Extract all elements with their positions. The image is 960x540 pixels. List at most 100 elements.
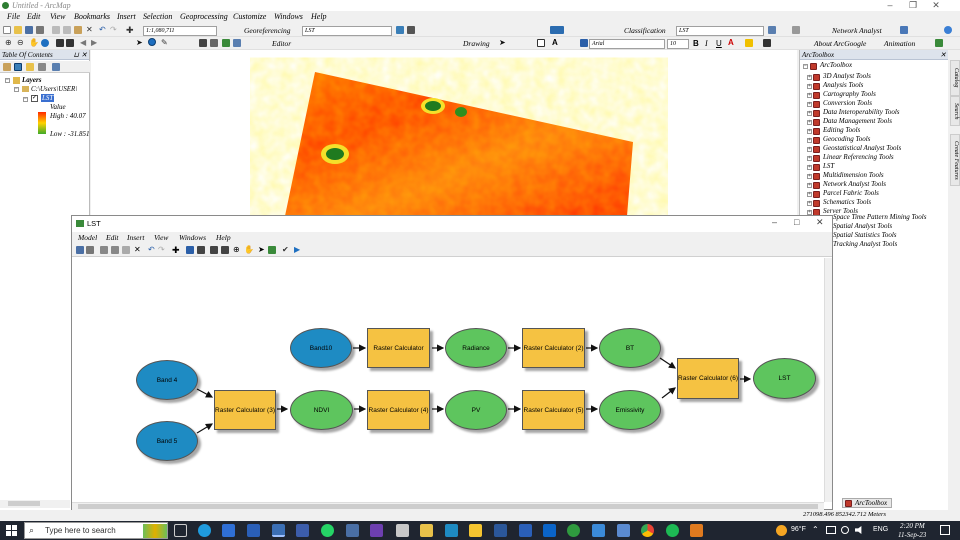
model-cut-icon[interactable] xyxy=(100,246,108,254)
toolbox-item-expander[interactable]: + xyxy=(807,111,812,116)
table-icon[interactable] xyxy=(768,26,776,34)
paste-icon[interactable] xyxy=(74,26,82,34)
toc-close-icon[interactable]: ✕ xyxy=(81,50,87,60)
open-icon[interactable] xyxy=(14,26,22,34)
menu-help[interactable]: Help xyxy=(311,12,327,21)
goto-xy-icon[interactable] xyxy=(210,39,218,47)
path-expander[interactable]: − xyxy=(14,87,19,92)
app-icon-6[interactable] xyxy=(567,524,580,537)
menu-windows[interactable]: Windows xyxy=(274,12,303,21)
model-menu-edit[interactable]: Edit xyxy=(106,233,119,242)
list-by-visibility-icon[interactable] xyxy=(26,63,34,71)
delete-icon[interactable]: ✕ xyxy=(86,26,94,34)
toolbox-item-expander[interactable]: + xyxy=(807,192,812,197)
catalog-tab[interactable]: Catalog xyxy=(950,60,960,96)
scale-combo[interactable]: 1:1,080,711 xyxy=(143,26,217,36)
lst-expander[interactable]: − xyxy=(23,97,28,102)
model-menu-help[interactable]: Help xyxy=(216,233,231,242)
list-by-drawing-order-icon[interactable] xyxy=(3,63,11,71)
model-paste-icon[interactable] xyxy=(122,246,130,254)
toolbox-item-expander[interactable]: + xyxy=(807,102,812,107)
zoom-out-icon[interactable]: ⊖ xyxy=(17,39,25,47)
search-tab[interactable]: Search xyxy=(950,96,960,126)
model-pan-icon[interactable]: ✋ xyxy=(244,246,254,254)
clock-date[interactable]: 11-Sep-23 xyxy=(898,531,926,539)
arcmap-task-icon[interactable] xyxy=(272,524,285,537)
app-icon-5[interactable] xyxy=(519,524,532,537)
language-indicator[interactable]: ENG xyxy=(873,526,888,533)
mail-icon[interactable] xyxy=(247,524,260,537)
forward-extent-icon[interactable]: ▶ xyxy=(91,39,99,47)
wifi-icon[interactable] xyxy=(841,526,849,534)
data-path[interactable]: C:\Users\USER\ xyxy=(31,85,89,93)
toolbox-item-expander[interactable]: + xyxy=(807,201,812,206)
network-icon[interactable] xyxy=(826,526,836,534)
node-raster-calculator-2[interactable]: Raster Calculator (2) xyxy=(522,328,585,368)
model-close-button[interactable]: ✕ xyxy=(816,217,824,228)
node-ndvi[interactable]: NDVI xyxy=(290,390,353,430)
model-select-icon[interactable]: ➤ xyxy=(258,246,266,254)
lst-layer-name[interactable]: LST xyxy=(41,94,55,102)
find-icon[interactable] xyxy=(199,39,207,47)
toolbox-item[interactable]: Parcel Fabric Tools xyxy=(823,189,879,197)
layers-label[interactable]: Layers xyxy=(22,76,41,84)
model-zoom-icon[interactable]: ⊕ xyxy=(233,246,241,254)
model-fixed-zoom-icon[interactable] xyxy=(210,246,218,254)
model-menu-view[interactable]: View xyxy=(154,233,168,242)
app-icon-3[interactable] xyxy=(396,524,409,537)
list-by-source-icon[interactable] xyxy=(14,63,22,71)
back-extent-icon[interactable]: ◀ xyxy=(80,39,88,47)
node-raster-calculator-6[interactable]: Raster Calculator (6) xyxy=(677,358,739,399)
node-pv[interactable]: PV xyxy=(445,390,507,430)
weather-icon[interactable] xyxy=(776,525,787,536)
node-lst[interactable]: LST xyxy=(753,358,816,399)
toolbox-item-expander[interactable]: + xyxy=(807,84,812,89)
measure-icon[interactable]: ✎ xyxy=(161,39,169,47)
node-radiance[interactable]: Radiance xyxy=(445,328,507,368)
zoom-in-icon[interactable]: ⊕ xyxy=(5,39,13,47)
app-icon-9[interactable] xyxy=(690,524,703,537)
toolbox-item[interactable]: Linear Referencing Tools xyxy=(823,153,894,161)
node-raster-calculator-3[interactable]: Raster Calculator (3) xyxy=(214,390,276,430)
volume-icon[interactable] xyxy=(855,526,862,534)
print-icon[interactable] xyxy=(36,26,44,34)
model-canvas[interactable]: Band10 Raster Calculator Radiance Raster… xyxy=(72,258,824,502)
new-icon[interactable] xyxy=(3,26,11,34)
clock-time[interactable]: 2:20 PM xyxy=(900,522,925,530)
help-icon[interactable] xyxy=(944,26,952,34)
model-add-data-icon[interactable]: ✚ xyxy=(172,246,180,255)
toolbox-item-expander[interactable]: + xyxy=(807,75,812,80)
toolbox-item-expander[interactable]: + xyxy=(807,138,812,143)
toolbox-item-expander[interactable]: + xyxy=(807,129,812,134)
app-icon-7[interactable] xyxy=(592,524,605,537)
model-connect-icon[interactable] xyxy=(268,246,276,254)
na-window-icon[interactable] xyxy=(900,26,908,34)
sticky-notes-icon[interactable] xyxy=(469,524,482,537)
fixed-zoom-icon[interactable] xyxy=(56,39,64,47)
toolbox-item-overflow[interactable]: Space Time Pattern Mining Tools xyxy=(833,213,948,221)
model-maximize-button[interactable]: □ xyxy=(794,217,799,227)
line-color-icon[interactable] xyxy=(763,39,771,47)
toolbox-root-expander[interactable]: − xyxy=(803,64,808,69)
minimize-button[interactable]: – xyxy=(880,0,900,11)
underline-button[interactable]: U xyxy=(716,39,722,48)
text-icon[interactable]: A xyxy=(552,39,560,47)
model-print-icon[interactable] xyxy=(86,246,94,254)
toolbox-item-overflow[interactable]: Spatial Statistics Tools xyxy=(833,231,948,239)
app-icon-4[interactable] xyxy=(445,524,458,537)
arccatalog-icon[interactable] xyxy=(296,524,309,537)
list-by-selection-icon[interactable] xyxy=(38,63,46,71)
word-icon[interactable] xyxy=(494,524,507,537)
model-hscroll-thumb[interactable] xyxy=(78,504,818,509)
select-arrow-icon[interactable]: ➤ xyxy=(136,39,144,47)
toolbox-item[interactable]: 3D Analyst Tools xyxy=(823,72,871,80)
control-points-icon[interactable] xyxy=(407,26,415,34)
toolbox-item[interactable]: Data Interoperability Tools xyxy=(823,108,899,116)
time-slider-icon[interactable] xyxy=(222,39,230,47)
toolbox-item[interactable]: Cartography Tools xyxy=(823,90,876,98)
full-extent-icon[interactable] xyxy=(41,39,49,47)
file-explorer-icon[interactable] xyxy=(420,524,433,537)
toolbox-item-expander[interactable]: + xyxy=(807,93,812,98)
menu-selection[interactable]: Selection xyxy=(143,12,172,21)
toolbox-item[interactable]: Geostatistical Analyst Tools xyxy=(823,144,901,152)
